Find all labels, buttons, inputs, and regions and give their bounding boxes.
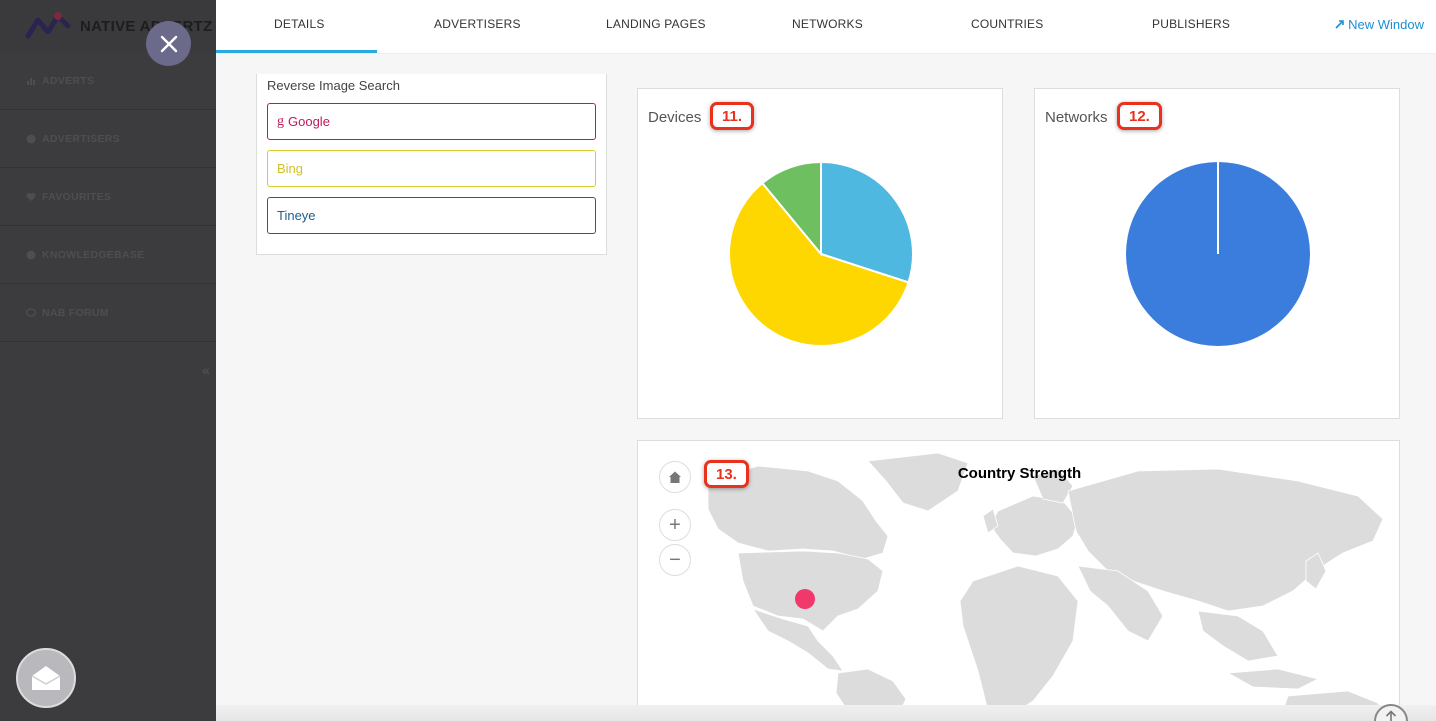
- sidebar-item-adverts[interactable]: ADVERTS: [0, 52, 216, 110]
- sidebar-item-label: FAVOURITES: [42, 190, 112, 203]
- messages-button[interactable]: [16, 648, 76, 708]
- sidebar-item-favourites[interactable]: FAVOURITES: [0, 168, 216, 226]
- networks-card: Networks 12.: [1034, 88, 1400, 419]
- chat-bubble-icon: [26, 307, 36, 317]
- google-search-button[interactable]: g Google: [267, 103, 596, 140]
- annotation-badge-11: 11.: [710, 102, 755, 130]
- question-icon: [26, 250, 36, 259]
- brand-logo-icon: [25, 12, 71, 39]
- tab-advertisers[interactable]: ADVERTISERS: [434, 17, 521, 31]
- home-icon: [669, 471, 681, 483]
- sidebar: NATIVE ADVERTZ ADVERTS ADVERTISERS FAVOU…: [0, 0, 216, 721]
- tineye-label: Tineye: [277, 208, 316, 223]
- map-title: Country Strength: [957, 465, 1082, 482]
- collapse-sidebar-icon[interactable]: «: [202, 362, 210, 378]
- tab-details[interactable]: DETAILS: [274, 17, 325, 31]
- zoom-in-icon: +: [669, 513, 681, 536]
- country-strength-map-card: Country Strength 13. + −: [637, 440, 1400, 710]
- panel-bottom-edge: [216, 705, 1436, 721]
- globe-icon: [26, 134, 36, 143]
- close-button[interactable]: [146, 21, 191, 66]
- reverse-image-search-card: Reverse Image Search g Google Bing Tiney…: [256, 74, 607, 255]
- zoom-out-icon: −: [669, 548, 681, 571]
- external-arrow-icon: [1334, 20, 1344, 29]
- map-zoom-out-button[interactable]: −: [659, 544, 691, 576]
- annotation-badge-13: 13.: [704, 460, 749, 488]
- networks-title: Networks: [1045, 109, 1108, 126]
- reverse-image-search-title: Reverse Image Search: [267, 78, 400, 93]
- map-zoom-in-button[interactable]: +: [659, 509, 691, 541]
- tab-bar: DETAILS ADVERTISERS LANDING PAGES NETWOR…: [216, 0, 1436, 54]
- google-icon: g: [277, 113, 284, 129]
- heart-icon: [26, 192, 36, 201]
- sidebar-item-label: NAB FORUM: [42, 306, 109, 319]
- bing-label: Bing: [277, 161, 304, 176]
- map-marker-usa[interactable]: [795, 589, 815, 609]
- brand-name: NATIVE ADVERTZ: [80, 17, 213, 35]
- envelope-icon: [31, 666, 61, 690]
- devices-title: Devices: [648, 109, 702, 126]
- detail-panel: DETAILS ADVERTISERS LANDING PAGES NETWOR…: [216, 0, 1436, 721]
- close-icon: [160, 35, 177, 52]
- bing-search-button[interactable]: Bing: [267, 150, 596, 187]
- tab-landing-pages[interactable]: LANDING PAGES: [606, 17, 706, 31]
- sidebar-item-label: ADVERTISERS: [42, 132, 120, 145]
- sidebar-item-label: ADVERTS: [42, 74, 95, 87]
- tineye-search-button[interactable]: Tineye: [267, 197, 596, 234]
- tab-publishers[interactable]: PUBLISHERS: [1152, 17, 1230, 31]
- google-label: Google: [288, 114, 330, 129]
- networks-pie-chart[interactable]: [1125, 161, 1311, 347]
- tab-countries[interactable]: COUNTRIES: [971, 17, 1043, 31]
- bar-chart-icon: [27, 77, 35, 85]
- sidebar-item-label: KNOWLEDGEBASE: [42, 248, 145, 261]
- sidebar-item-nab-forum[interactable]: NAB FORUM: [0, 284, 216, 342]
- new-window-label: New Window: [1348, 17, 1424, 32]
- new-window-link[interactable]: New Window: [1334, 17, 1424, 32]
- annotation-badge-12: 12.: [1117, 102, 1162, 130]
- tab-networks[interactable]: NETWORKS: [792, 17, 863, 31]
- devices-pie-chart[interactable]: [728, 161, 914, 347]
- sidebar-nav: ADVERTS ADVERTISERS FAVOURITES KNOWLEDGE…: [0, 52, 216, 342]
- sidebar-item-advertisers[interactable]: ADVERTISERS: [0, 110, 216, 168]
- devices-card: Devices 11.: [637, 88, 1003, 419]
- map-home-button[interactable]: [659, 461, 691, 493]
- active-tab-indicator: [216, 50, 377, 53]
- sidebar-item-knowledgebase[interactable]: KNOWLEDGEBASE: [0, 226, 216, 284]
- arrow-up-icon: [1385, 710, 1397, 721]
